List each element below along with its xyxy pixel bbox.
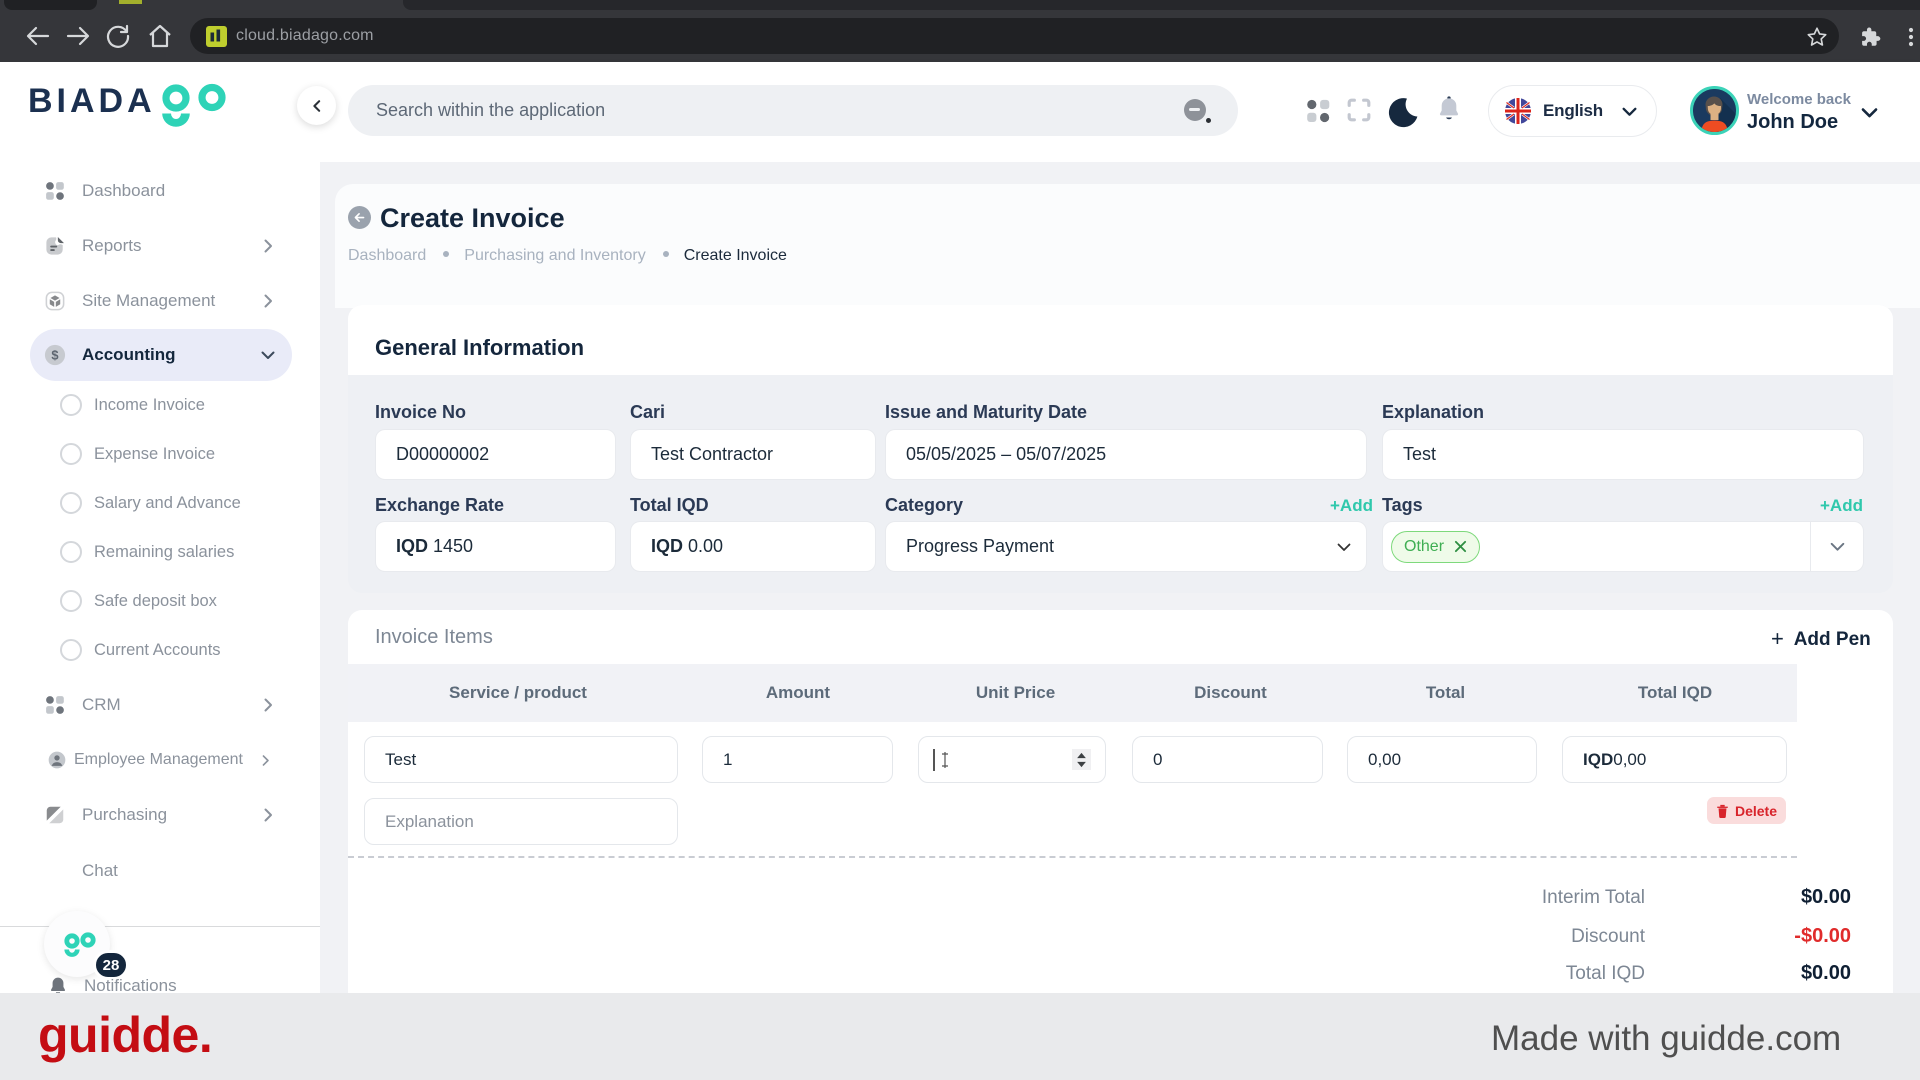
svg-text:$: $ <box>51 348 58 363</box>
